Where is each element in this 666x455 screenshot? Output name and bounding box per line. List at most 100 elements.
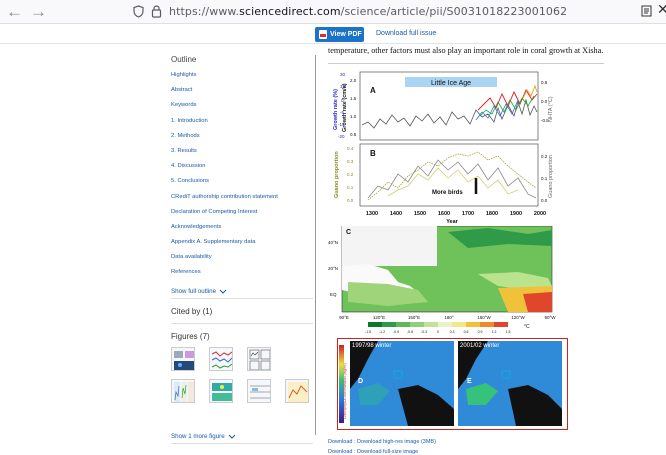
- outline-item-keywords[interactable]: Keywords: [171, 102, 313, 117]
- tick-growth-pct: 15: [340, 84, 346, 89]
- tick-guano-right: 0.2: [541, 154, 548, 159]
- tick-nhta: 0.5: [541, 80, 548, 85]
- figure-thumbnail-image: [288, 382, 308, 402]
- tick-guano-left: 0.3: [347, 159, 354, 164]
- chlorophyll-label: Chlorophyll-a concentration (mg/m³): [343, 363, 347, 419]
- panel-c-label: C: [346, 229, 351, 236]
- forward-arrow-icon[interactable]: →: [30, 2, 47, 22]
- outline-item-results[interactable]: 3. Results: [171, 148, 313, 163]
- tick-growth-cm: 1.0: [350, 114, 357, 119]
- tick-year: 2000: [534, 211, 546, 217]
- tick-lon: 180°: [444, 315, 454, 320]
- tick-lon: 120°E: [373, 315, 385, 320]
- outline-item-highlights[interactable]: Highlights: [171, 72, 313, 87]
- ylabel-guano-left: Guano proportion: [334, 151, 340, 198]
- tick-nhta: -0.5: [541, 118, 549, 123]
- tick-guano-left: 0.1: [347, 185, 354, 190]
- outline-item-appendix[interactable]: Appendix A. Supplementary data: [171, 239, 313, 254]
- panel-d-title: 1997/98 winter: [352, 343, 391, 349]
- tick-year: 1900: [510, 211, 522, 217]
- tick-growth-cm: 0.5: [350, 132, 357, 137]
- divider: [171, 443, 313, 444]
- colorbar-tick: 1.2: [492, 330, 497, 334]
- outline-item-credit[interactable]: CRediT authorship contribution statement: [171, 194, 313, 209]
- outline-item-data-availability[interactable]: Data availability: [171, 254, 313, 269]
- figure-thumbnail[interactable]: [209, 347, 233, 371]
- panel-b-label: B: [370, 149, 376, 158]
- chevron-down-icon: [228, 434, 236, 439]
- figure-thumbnail[interactable]: [209, 379, 233, 403]
- outline-item-discussion[interactable]: 4. Discussion: [171, 163, 313, 178]
- tick-lat: EQ: [330, 292, 337, 297]
- panel-d-label: D: [358, 378, 363, 385]
- download-high-res-link[interactable]: Download : Download high-res image (3MB): [328, 439, 436, 445]
- browser-toolbar: ← → https://www.sciencedirect.com/scienc…: [0, 0, 666, 24]
- show-more-figure-button[interactable]: Show 1 more figure: [171, 429, 236, 443]
- view-pdf-label: View PDF: [330, 31, 362, 38]
- url-domain: sciencedirect.com: [239, 5, 341, 18]
- outline-item-abstract[interactable]: Abstract: [171, 87, 313, 102]
- colorbar-tick: -0.9: [393, 330, 399, 334]
- figure-thumbnail[interactable]: [247, 347, 271, 371]
- shield-icon[interactable]: [133, 5, 144, 18]
- back-arrow-icon[interactable]: ←: [6, 2, 23, 22]
- download-full-issue-link[interactable]: Download full issue: [376, 30, 436, 37]
- outline-heading: Outline: [171, 55, 197, 64]
- tick-lon: 90°W: [544, 315, 556, 320]
- tick-lon: 120°W: [511, 315, 525, 320]
- tick-lat: 40°N: [328, 240, 338, 245]
- article-toolbar: View PDF Download full issue: [0, 24, 666, 44]
- colorbar-tick: 1.5: [506, 330, 511, 334]
- colorbar-tick: 0.3: [450, 330, 455, 334]
- panel-b-frame: [359, 143, 539, 207]
- tick-lon: 150°E: [408, 315, 420, 320]
- figure-thumbnail[interactable]: [285, 379, 309, 403]
- xlabel-year: Year: [446, 219, 458, 225]
- tick-year: 1600: [438, 211, 450, 217]
- tick-growth-cm: 1.5: [350, 96, 357, 101]
- figure-panels-d-e: Chlorophyll-a concentration (mg/m³) 1997…: [337, 338, 568, 430]
- lock-icon[interactable]: [151, 4, 162, 18]
- outline-item-conclusions[interactable]: 5. Conclusions: [171, 178, 313, 193]
- outline-item-introduction[interactable]: 1. Introduction: [171, 118, 313, 133]
- pdf-icon: [319, 30, 327, 39]
- divider: [171, 323, 313, 324]
- chevron-down-icon: [219, 289, 227, 294]
- satellite-chlorophyll-panels: Chlorophyll-a concentration (mg/m³) 1997…: [339, 341, 562, 426]
- tick-guano-left: 0.4: [347, 146, 354, 151]
- outline-item-references[interactable]: References: [171, 269, 313, 284]
- figure-thumbnail[interactable]: [247, 379, 271, 403]
- sidebar: Outline Highlights Abstract Keywords 1. …: [171, 55, 313, 444]
- show-full-outline-button[interactable]: Show full outline: [171, 285, 313, 299]
- figure-thumbnail-image: [174, 382, 194, 402]
- panel-e-label: E: [467, 378, 472, 385]
- figure-thumbnail-image: [250, 385, 270, 399]
- figure-thumbnail-image: [249, 349, 270, 370]
- show-more-figure-label: Show 1 more figure: [171, 432, 225, 440]
- close-tab-icon[interactable]: ✕: [657, 1, 666, 18]
- outline-item-acknowledgements[interactable]: Acknowledgements: [171, 224, 313, 239]
- panel-a-label: A: [370, 86, 376, 95]
- outline-item-competing-interest[interactable]: Declaration of Competing Interest: [171, 209, 313, 224]
- tick-lat: 20°N: [328, 266, 338, 271]
- reader-view-icon[interactable]: [641, 5, 652, 17]
- colorbar-tick: 0.6: [464, 330, 469, 334]
- tick-growth-pct: -5: [340, 110, 344, 115]
- figure-thumbnail[interactable]: [171, 379, 195, 403]
- url-path: /science/article/pii/S0031018223001062: [340, 5, 568, 18]
- show-full-outline-label: Show full outline: [171, 288, 217, 296]
- url-prefix: https://www.: [169, 5, 240, 18]
- figure-panels-a-b: Little Ice Age A Growth rate (%) Growth …: [333, 71, 554, 225]
- cited-by-heading[interactable]: Cited by (1): [171, 307, 212, 316]
- colorbar-tick: 0: [437, 330, 439, 334]
- divider: [171, 298, 313, 299]
- tick-year: 1800: [486, 211, 498, 217]
- figure-thumbnails: [171, 347, 309, 403]
- figure-thumbnail[interactable]: [171, 347, 195, 371]
- download-full-size-link[interactable]: Download : Download full-size image: [328, 449, 418, 455]
- tick-lon: 90°E: [339, 315, 349, 320]
- view-pdf-button[interactable]: View PDF: [315, 27, 364, 42]
- outline-item-methods[interactable]: 2. Methods: [171, 133, 313, 148]
- figure-thumbnail-image: [174, 351, 194, 370]
- url-bar[interactable]: https://www.sciencedirect.com/science/ar…: [169, 5, 567, 18]
